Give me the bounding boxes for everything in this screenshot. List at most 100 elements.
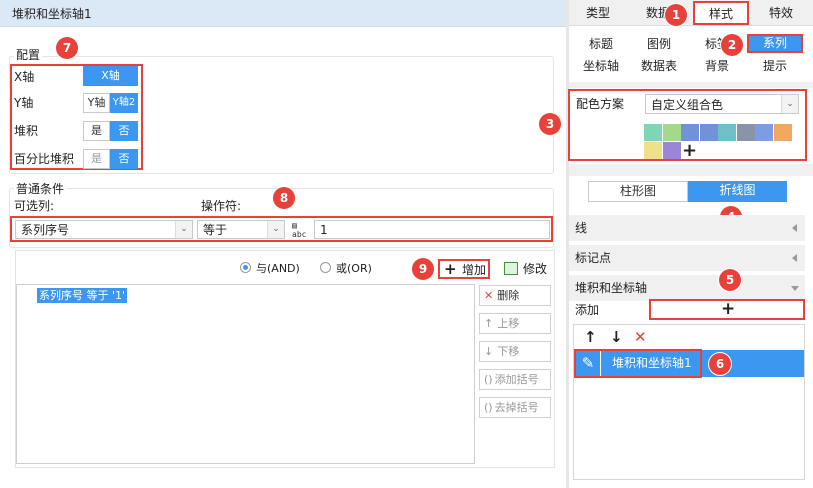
tab-bar-chart[interactable]: 柱形图 (588, 181, 688, 202)
tab-effects[interactable]: 特效 (756, 2, 806, 24)
arrow-up-icon[interactable]: ↑ (584, 330, 597, 345)
color-swatch[interactable] (644, 124, 662, 141)
section-stack-axis[interactable]: 堆积和坐标轴 (569, 275, 805, 301)
arrow-up-icon: ↑ (484, 317, 494, 330)
subtab-legend[interactable]: 图例 (631, 33, 687, 55)
tab-type[interactable]: 类型 (573, 2, 623, 24)
abc-icon: ▤ abc (292, 221, 307, 239)
add-label: 添加 (575, 303, 600, 317)
chevron-down-icon: ⌄ (267, 221, 284, 238)
percent-stack-label: 百分比堆积 (14, 152, 75, 166)
add-color-plus-icon[interactable]: + (682, 142, 697, 160)
percent-stack-yes[interactable]: 是 (83, 149, 110, 169)
section-marker[interactable]: 标记点 (569, 245, 805, 271)
tab-style[interactable]: 样式 (693, 1, 749, 25)
color-swatch[interactable] (755, 124, 773, 141)
plus-icon: + (721, 299, 736, 319)
and-radio[interactable] (240, 262, 251, 273)
remove-bracket-button[interactable]: () 去掉括号 (479, 397, 551, 418)
title-bar: 堆积和坐标轴1 (0, 0, 566, 27)
subtab-tooltip[interactable]: 提示 (747, 55, 803, 77)
badge-3: 3 (539, 113, 561, 135)
add-button[interactable]: + 增加 (438, 259, 490, 279)
color-swatch[interactable] (662, 142, 681, 159)
panel-divider (566, 0, 569, 488)
column-select-value: 系列序号 (21, 223, 70, 237)
add-series-button[interactable]: + (649, 299, 805, 320)
or-label: 或(OR) (336, 262, 372, 275)
stack-label: 堆积 (14, 124, 39, 138)
series-list-panel (573, 324, 805, 480)
move-down-label: 下移 (497, 345, 520, 358)
value-input-text: 1 (320, 223, 328, 237)
expand-arrow-icon (791, 286, 799, 291)
dialog-title: 堆积和坐标轴1 (12, 7, 92, 21)
subtab-datasheet[interactable]: 数据表 (631, 55, 687, 77)
color-swatch[interactable] (773, 124, 792, 141)
color-swatch[interactable] (644, 142, 662, 159)
section-stack-axis-label: 堆积和坐标轴 (575, 281, 648, 295)
yaxis-option-1[interactable]: Y轴 (83, 93, 110, 113)
edit-button[interactable]: 修改 (501, 259, 553, 279)
arrow-down-icon[interactable]: ↓ (610, 330, 623, 345)
radio-dot (243, 265, 248, 270)
add-bracket-button[interactable]: () 添加括号 (479, 369, 551, 390)
column-label: 可选列: (14, 199, 55, 213)
color-swatch[interactable] (681, 124, 699, 141)
operator-select[interactable]: 等于 ⌄ (197, 220, 285, 239)
close-icon: ✕ (484, 289, 494, 302)
xaxis-label: X轴 (14, 70, 35, 84)
color-swatch[interactable] (699, 124, 718, 141)
color-swatch[interactable] (736, 124, 755, 141)
xaxis-option[interactable]: X轴 (83, 66, 138, 86)
condition-section-label: 普通条件 (14, 180, 67, 197)
subtab-axis[interactable]: 坐标轴 (573, 55, 629, 77)
subtab-title[interactable]: 标题 (573, 33, 629, 55)
close-icon[interactable]: ✕ (634, 330, 647, 345)
color-swatch[interactable] (718, 124, 736, 141)
color-scheme-select[interactable]: 自定义组合色 ⌄ (645, 94, 799, 114)
chevron-down-icon: ⌄ (781, 95, 798, 113)
expression-list[interactable]: 系列序号 等于 '1' (16, 284, 475, 464)
remove-bracket-label: 去掉括号 (494, 401, 539, 414)
badge-1: 1 (665, 4, 687, 26)
color-swatch[interactable] (662, 124, 681, 141)
color-scheme-label: 配色方案 (576, 97, 625, 111)
subtab-separator (569, 82, 813, 88)
badge-2: 2 (721, 34, 743, 56)
tab-line-chart[interactable]: 折线图 (688, 181, 787, 202)
pencil-icon[interactable]: ✎ (576, 351, 601, 376)
yaxis-option-2[interactable]: Y轴2 (110, 93, 138, 113)
operator-select-value: 等于 (203, 223, 228, 237)
value-type-icon[interactable]: ▤ abc (290, 219, 312, 240)
section-line-label: 线 (575, 221, 588, 235)
value-input[interactable]: 1 (314, 220, 550, 239)
add-bracket-label: 添加括号 (494, 373, 539, 386)
bracket-icon: () (484, 373, 493, 386)
section-marker-label: 标记点 (575, 251, 612, 265)
percent-stack-no[interactable]: 否 (110, 149, 138, 169)
subtab-background[interactable]: 背景 (689, 55, 745, 77)
and-label: 与(AND) (256, 262, 300, 275)
move-down-button[interactable]: ↓ 下移 (479, 341, 551, 362)
stack-no[interactable]: 否 (110, 121, 138, 141)
column-select[interactable]: 系列序号 ⌄ (15, 220, 193, 239)
chevron-down-icon: ⌄ (175, 221, 192, 238)
badge-8: 8 (273, 187, 295, 209)
or-radio[interactable] (320, 262, 331, 273)
delete-button-label: 删除 (497, 289, 520, 302)
collapse-arrow-icon (792, 254, 797, 262)
section-line[interactable]: 线 (569, 215, 805, 241)
delete-button[interactable]: ✕ 删除 (479, 285, 551, 306)
badge-5: 5 (719, 269, 741, 291)
arrow-down-icon: ↓ (484, 345, 494, 358)
chart-type-separator (569, 164, 813, 176)
move-up-label: 上移 (497, 317, 520, 330)
move-up-button[interactable]: ↑ 上移 (479, 313, 551, 334)
edit-grid-icon (504, 262, 518, 275)
subtab-series[interactable]: 系列 (747, 34, 803, 53)
stack-yes[interactable]: 是 (83, 121, 110, 141)
remove-bracket-icon: () (484, 401, 493, 414)
expression-item[interactable]: 系列序号 等于 '1' (37, 288, 128, 303)
series-list-item-label: 堆积和坐标轴1 (612, 356, 692, 370)
